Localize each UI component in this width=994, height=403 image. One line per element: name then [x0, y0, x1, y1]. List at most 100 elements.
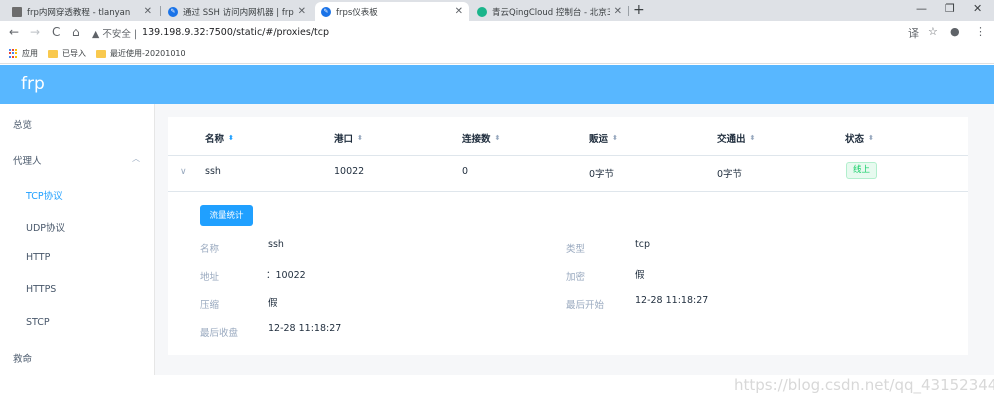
- bookmark-label: 应用: [22, 49, 38, 58]
- sidebar-item-https[interactable]: HTTPS: [0, 284, 154, 295]
- sidebar-item-label: 救命: [13, 354, 33, 365]
- app-header: frp: [0, 65, 994, 104]
- url-text[interactable]: 139.198.9.32:7500/static/#/proxies/tcp: [142, 27, 329, 38]
- sidebar: 总览 代理人 ︿ TCP协议 UDP协议 HTTP HTTPS STCP 救命: [0, 104, 155, 375]
- cell-name: ssh: [205, 166, 221, 177]
- qingcloud-favicon-icon: [477, 6, 487, 17]
- tab-separator: [160, 6, 161, 16]
- sidebar-item-proxies[interactable]: 代理人 ︿: [0, 153, 154, 167]
- sidebar-item-label: 代理人: [13, 156, 42, 167]
- sidebar-item-http[interactable]: HTTP: [0, 252, 154, 263]
- bookmark-star-icon[interactable]: ☆: [928, 25, 938, 38]
- close-tab-icon[interactable]: ✕: [298, 6, 306, 17]
- proxy-table-card: 名称 ⬍ 港口 ⬍ 连接数 ⬍ 贩运 ⬍ 交通出 ⬍ 状态 ⬍ ∨ ssh 10…: [168, 117, 968, 355]
- restore-icon[interactable]: ❐: [945, 2, 955, 15]
- chevron-down-icon[interactable]: ∨: [180, 167, 187, 177]
- table-divider: [168, 191, 968, 192]
- column-header-status[interactable]: 状态 ⬍: [845, 131, 874, 145]
- sort-icon[interactable]: ⬍: [495, 134, 501, 142]
- column-header-traffic-in[interactable]: 贩运 ⬍: [589, 131, 618, 145]
- frp-favicon-icon: ✎: [321, 6, 331, 17]
- cell-port: 10022: [334, 166, 365, 177]
- detail-label-address: 地址: [200, 272, 220, 283]
- app-title[interactable]: frp: [21, 74, 45, 94]
- browser-tab-qingcloud[interactable]: 青云QingCloud 控制台 - 北京3区 ✕: [471, 2, 628, 21]
- browser-tab-ssh-docs[interactable]: ✎ 通过 SSH 访问内网机器 | frp ✕: [162, 2, 312, 21]
- column-header-label: 贩运: [589, 134, 609, 145]
- browser-tab-tlanyan[interactable]: frp内网穿透教程 - tlanyan ✕: [6, 2, 158, 21]
- browser-tab-frps-dashboard[interactable]: ✎ frps仪表板 ✕: [315, 2, 469, 21]
- sidebar-item-label: UDP协议: [26, 223, 65, 234]
- forward-icon[interactable]: →: [30, 25, 40, 39]
- folder-icon: [96, 49, 106, 58]
- detail-value-encryption: 假: [635, 270, 645, 281]
- reload-icon[interactable]: C: [52, 25, 60, 39]
- translate-icon[interactable]: 译: [908, 25, 919, 41]
- sidebar-item-label: HTTP: [26, 252, 51, 263]
- watermark: https://blog.csdn.net/qq_43152344: [734, 376, 994, 394]
- sidebar-item-label: HTTPS: [26, 284, 57, 295]
- bookmark-apps[interactable]: 应用: [9, 48, 38, 59]
- column-header-connections[interactable]: 连接数 ⬍: [462, 131, 500, 145]
- cell-traffic-in: 0字节: [589, 169, 615, 180]
- sidebar-item-udp[interactable]: UDP协议: [0, 220, 154, 234]
- address-bar[interactable]: ▲ 不安全 | 139.198.9.32:7500/static/#/proxi…: [92, 24, 904, 41]
- column-header-label: 名称: [205, 134, 225, 145]
- status-badge: 线上: [846, 162, 878, 179]
- back-icon[interactable]: ←: [9, 25, 19, 39]
- chevron-up-icon: ︿: [132, 154, 140, 163]
- close-tab-icon[interactable]: ✕: [455, 6, 463, 17]
- detail-value-last-close: 12-28 11:18:27: [268, 323, 342, 334]
- frp-favicon-icon: ✎: [168, 6, 178, 17]
- bookmark-label: 已导入: [62, 49, 86, 58]
- sidebar-item-help[interactable]: 救命: [0, 351, 154, 365]
- sidebar-item-tcp[interactable]: TCP协议: [0, 188, 154, 202]
- sidebar-item-label: TCP协议: [26, 191, 63, 202]
- home-icon[interactable]: ⌂: [72, 25, 80, 39]
- sidebar-item-stcp[interactable]: STCP: [0, 317, 154, 328]
- sort-icon[interactable]: ⬍: [228, 134, 234, 142]
- close-window-icon[interactable]: ✕: [973, 2, 982, 15]
- traffic-stats-button[interactable]: 流量统计: [200, 205, 253, 226]
- column-header-label: 状态: [845, 134, 865, 145]
- not-secure-indicator[interactable]: ▲ 不安全 |: [92, 26, 137, 40]
- column-header-label: 港口: [334, 134, 354, 145]
- folder-icon: [48, 49, 58, 58]
- column-header-label: 连接数: [462, 134, 491, 145]
- sort-icon[interactable]: ⬍: [868, 134, 874, 142]
- detail-label-last-start: 最后开始: [566, 300, 605, 311]
- detail-value-compression: 假: [268, 298, 278, 309]
- detail-label-encryption: 加密: [566, 272, 586, 283]
- bookmarks-bar: 应用 已导入 最近使用-20201010: [0, 44, 994, 64]
- column-header-port[interactable]: 港口 ⬍: [334, 131, 363, 145]
- bookmark-label: 最近使用-20201010: [110, 49, 186, 58]
- table-divider: [168, 155, 968, 156]
- sidebar-item-overview[interactable]: 总览: [0, 117, 154, 131]
- column-header-traffic-out[interactable]: 交通出 ⬍: [717, 131, 755, 145]
- detail-value-name: ssh: [268, 239, 284, 250]
- tab-title: frps仪表板: [336, 7, 378, 18]
- browser-menu-icon[interactable]: ⋮: [975, 25, 986, 38]
- new-tab-icon[interactable]: +: [633, 3, 645, 17]
- bookmark-imported[interactable]: 已导入: [48, 48, 86, 59]
- detail-label-compression: 压缩: [200, 300, 220, 311]
- sort-icon[interactable]: ⬍: [357, 134, 363, 142]
- main-content: 名称 ⬍ 港口 ⬍ 连接数 ⬍ 贩运 ⬍ 交通出 ⬍ 状态 ⬍ ∨ ssh 10…: [155, 104, 994, 375]
- bookmark-recent[interactable]: 最近使用-20201010: [96, 48, 186, 59]
- detail-label-last-close: 最后收盘: [200, 328, 239, 339]
- minimize-icon[interactable]: —: [916, 2, 927, 15]
- close-tab-icon[interactable]: ✕: [614, 6, 622, 17]
- detail-value-address: ：10022: [266, 270, 306, 281]
- profile-icon[interactable]: ●: [950, 25, 960, 38]
- tab-title: 青云QingCloud 控制台 - 北京3区: [492, 7, 610, 18]
- column-header-name[interactable]: 名称 ⬍: [205, 131, 234, 145]
- apps-icon: [9, 49, 18, 58]
- sort-icon[interactable]: ⬍: [612, 134, 618, 142]
- sort-icon[interactable]: ⬍: [750, 134, 756, 142]
- close-tab-icon[interactable]: ✕: [144, 6, 152, 17]
- sidebar-item-label: STCP: [26, 317, 50, 328]
- cell-traffic-out: 0字节: [717, 169, 743, 180]
- detail-value-type: tcp: [635, 239, 650, 250]
- tab-title: 通过 SSH 访问内网机器 | frp: [183, 7, 294, 18]
- cell-connections: 0: [462, 166, 469, 177]
